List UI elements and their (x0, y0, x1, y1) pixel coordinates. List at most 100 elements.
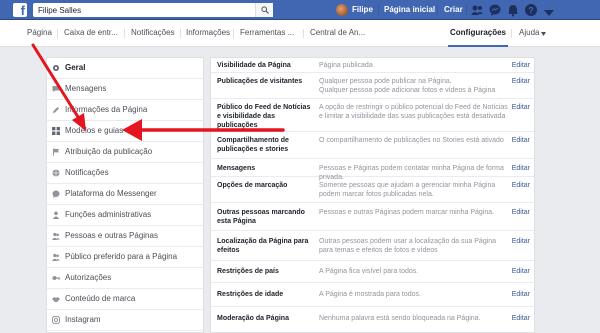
user-name-link[interactable]: Filipe (352, 0, 373, 20)
svg-text:?: ? (528, 6, 534, 16)
edit-link[interactable]: Editar (512, 237, 530, 246)
flag-icon (53, 148, 59, 156)
page-navigation: Página Caixa de entr... Notificações Inf… (0, 20, 600, 47)
search-input[interactable] (33, 3, 248, 17)
setting-label: Restrições de idade (217, 291, 284, 298)
edit-link[interactable]: Editar (512, 290, 530, 299)
tab-divider (511, 29, 512, 38)
tab-divider (124, 29, 125, 38)
search-button[interactable] (255, 3, 273, 17)
edit-link[interactable]: Editar (512, 208, 530, 217)
notifications-bell-icon[interactable] (506, 3, 520, 17)
sidebar-item-label: Atribuição da publicação (65, 147, 153, 156)
setting-label: Moderação da Página (217, 315, 289, 322)
help-chevron-down-icon[interactable] (541, 32, 546, 36)
setting-label: Restrições de país (217, 268, 279, 275)
sidebar-item-preferred-audience[interactable]: Público preferido para a Página (47, 247, 203, 268)
setting-value: Nenhuma palavra está sendo bloqueada na … (319, 315, 481, 322)
sidebar-item-label: Funções administrativas (65, 210, 152, 219)
setting-label: Publicações de visitantes (217, 78, 303, 85)
sidebar-item-notifications[interactable]: Notificações (47, 163, 203, 184)
sidebar-item-label: Modelos e guias (65, 126, 124, 135)
sidebar-item-label: Notificações (65, 168, 109, 177)
edit-link[interactable]: Editar (512, 314, 530, 323)
tab-page[interactable]: Página (27, 20, 52, 47)
sidebar-item-people-and-other-pages[interactable]: Pessoas e outras Páginas (47, 226, 203, 247)
tab-divider (180, 29, 181, 38)
edit-link[interactable]: Editar (512, 164, 530, 173)
setting-label: Visibilidade da Página (217, 62, 291, 69)
setting-value: A Página fica visível para todos. (319, 268, 419, 275)
facebook-logo-icon[interactable]: f (13, 3, 27, 17)
setting-value: Somente pessoas que ajudam a gerenciar m… (319, 182, 496, 198)
tab-help[interactable]: Ajuda (519, 20, 539, 47)
setting-row-news-feed-audience[interactable]: Público do Feed de Notícias e visibilida… (211, 99, 534, 132)
home-link[interactable]: Página inicial (384, 0, 435, 20)
sidebar-item-authorizations[interactable]: Autorizações (47, 268, 203, 289)
person-icon (52, 211, 60, 219)
tab-inbox[interactable]: Caixa de entr... (64, 20, 118, 47)
sidebar-item-templates-and-tabs[interactable]: Modelos e guias (47, 121, 203, 142)
setting-label: Opções de marcação (217, 182, 288, 189)
sidebar-item-label: Conteúdo de marca (65, 294, 136, 303)
sidebar-item-messages[interactable]: Mensagens (47, 79, 203, 100)
setting-label: Outras pessoas marcando esta Página (217, 209, 305, 225)
create-link[interactable]: Criar (444, 0, 463, 20)
setting-row-age-restrictions[interactable]: Restrições de idade A Página é mostrada … (211, 283, 534, 307)
setting-row-page-visibility[interactable]: Visibilidade da Página Página publicada … (211, 58, 534, 73)
tab-notifications[interactable]: Notificações (131, 20, 175, 47)
setting-value: O compartilhamento de publicações no Sto… (319, 137, 504, 144)
top-navigation-bar: f Filipe Página inicial Criar ? (0, 0, 600, 20)
sidebar-item-label: Autorizações (65, 273, 112, 282)
user-avatar[interactable] (336, 4, 348, 16)
nav-divider (437, 5, 438, 15)
setting-value: Página publicada (319, 62, 373, 69)
sidebar-item-label: Instagram (65, 315, 101, 324)
globe-icon (52, 169, 60, 177)
key-icon (52, 276, 60, 280)
setting-row-country-restrictions[interactable]: Restrições de país A Página fica visível… (211, 261, 534, 283)
nav-divider (378, 5, 379, 15)
sidebar-item-page-info[interactable]: Informações da Página (47, 100, 203, 121)
settings-sidebar: Geral Mensagens Informações da Página Mo… (46, 57, 204, 333)
edit-link[interactable]: Editar (512, 136, 530, 145)
search-box[interactable] (33, 3, 273, 17)
sidebar-item-messenger-platform[interactable]: Plataforma do Messenger (47, 184, 203, 205)
setting-row-tagging-ability[interactable]: Opções de marcação Somente pessoas que a… (211, 177, 534, 203)
tab-insights[interactable]: Informações (186, 20, 230, 47)
sidebar-item-page-roles[interactable]: Funções administrativas (47, 205, 203, 226)
help-icon[interactable]: ? (524, 3, 538, 17)
sidebar-item-label: Geral (65, 63, 86, 72)
setting-row-visitor-posts[interactable]: Publicações de visitantes Qualquer pesso… (211, 73, 534, 99)
setting-value: A Página é mostrada para todos. (319, 291, 421, 298)
sidebar-item-post-attribution[interactable]: Atribuição da publicação (47, 142, 203, 163)
sidebar-item-general[interactable]: Geral (47, 58, 203, 79)
sidebar-item-instagram[interactable]: Instagram (47, 310, 203, 331)
friend-requests-icon[interactable] (470, 3, 484, 17)
tab-settings[interactable]: Configurações (448, 20, 509, 47)
tab-ad-center[interactable]: Central de An... (310, 20, 365, 47)
edit-link[interactable]: Editar (512, 61, 530, 70)
setting-value: Outras pessoas podem usar a localização … (319, 238, 497, 254)
setting-row-post-and-story-sharing[interactable]: Compartilhamento de publicações e storie… (211, 132, 534, 159)
setting-row-page-moderation[interactable]: Moderação da Página Nenhuma palavra está… (211, 307, 534, 331)
account-menu-chevron-down-icon[interactable] (542, 6, 556, 20)
tab-divider (233, 29, 234, 38)
sidebar-item-label: Mensagens (65, 84, 107, 93)
setting-row-page-location-for-effects[interactable]: Localização da Página para efeitos Outra… (211, 231, 534, 261)
edit-link[interactable]: Editar (512, 77, 530, 86)
setting-value: A opção de restringir o público potencia… (319, 104, 508, 120)
tab-publishing-tools[interactable]: Ferramentas ... (240, 20, 294, 47)
edit-link[interactable]: Editar (512, 181, 530, 190)
setting-label: Mensagens (217, 165, 256, 172)
handshake-icon (52, 297, 60, 302)
tab-divider (303, 29, 304, 38)
edit-link[interactable]: Editar (512, 267, 530, 276)
messenger-icon[interactable] (488, 3, 502, 17)
setting-row-messages[interactable]: Mensagens Pessoas e Páginas podem contat… (211, 159, 534, 181)
edit-link[interactable]: Editar (512, 103, 530, 112)
people-icon (52, 232, 60, 240)
sidebar-item-branded-content[interactable]: Conteúdo de marca (47, 289, 203, 310)
setting-row-others-tagging-page[interactable]: Outras pessoas marcando esta Página Pess… (211, 203, 534, 231)
gear-icon (53, 65, 59, 71)
